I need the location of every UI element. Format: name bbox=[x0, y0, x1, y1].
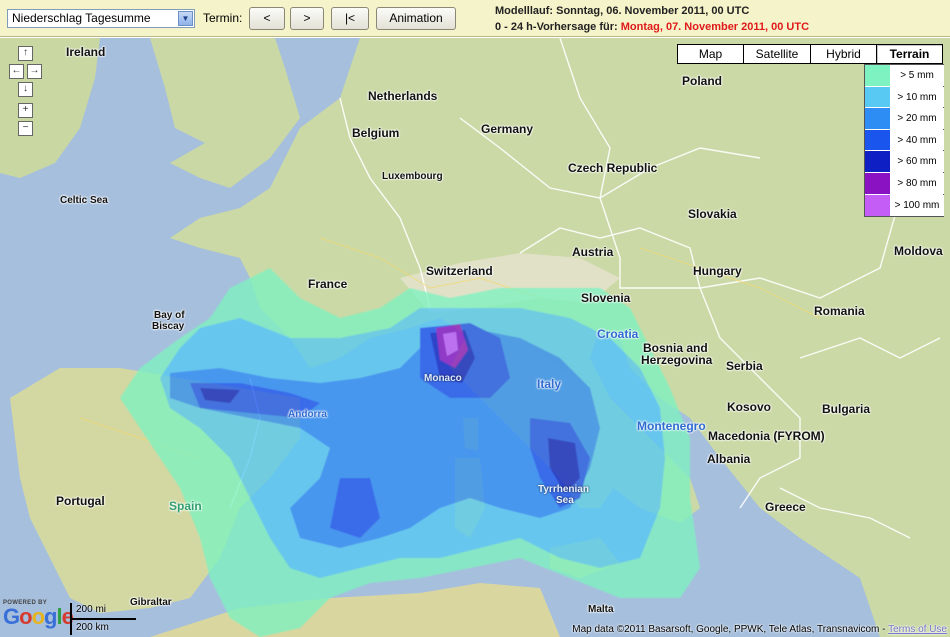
chevron-down-icon[interactable]: ▼ bbox=[178, 11, 193, 26]
animation-button[interactable]: Animation bbox=[376, 7, 456, 30]
terms-of-use-link[interactable]: Terms of Use bbox=[888, 624, 947, 635]
label-ireland: Ireland bbox=[66, 45, 106, 59]
legend-row: > 40 mm bbox=[865, 129, 944, 152]
next-button[interactable]: > bbox=[290, 7, 324, 30]
legend-label: > 60 mm bbox=[890, 151, 944, 172]
maptype-satellite-button[interactable]: Satellite bbox=[743, 44, 811, 64]
legend-swatch bbox=[865, 65, 890, 86]
legend-row: > 100 mm bbox=[865, 194, 944, 217]
pan-down-button[interactable]: ↓ bbox=[18, 82, 33, 97]
legend-label: > 40 mm bbox=[890, 129, 944, 151]
label-hungary: Hungary bbox=[693, 264, 742, 278]
google-wordmark: Google bbox=[3, 604, 74, 629]
map-canvas[interactable]: Ireland Netherlands Germany Poland Belgi… bbox=[0, 38, 950, 637]
google-logo[interactable]: POWERED BY Google bbox=[3, 600, 74, 629]
legend-label: > 10 mm bbox=[890, 86, 944, 108]
legend-swatch bbox=[865, 129, 890, 151]
label-france: France bbox=[308, 277, 348, 291]
label-slovakia: Slovakia bbox=[688, 207, 737, 221]
label-netherlands: Netherlands bbox=[368, 89, 438, 103]
scale-line bbox=[70, 618, 136, 620]
label-biscay-1: Bay of bbox=[154, 310, 185, 321]
legend-swatch bbox=[865, 151, 890, 172]
maptype-map-button[interactable]: Map bbox=[677, 44, 744, 64]
pan-left-button[interactable]: ← bbox=[9, 64, 24, 79]
maptype-terrain-button[interactable]: Terrain bbox=[876, 44, 943, 64]
label-montenegro: Montenegro bbox=[637, 419, 706, 433]
scale-miles: 200 mi bbox=[76, 604, 107, 615]
label-biscay-2: Biscay bbox=[152, 321, 185, 332]
toolbar: Niederschlag Tagesumme ▼ Termin: < > |< … bbox=[0, 0, 950, 37]
first-button[interactable]: |< bbox=[331, 7, 369, 30]
forecast-date: Montag, 07. November 2011, 00 UTC bbox=[620, 21, 810, 33]
legend-label: > 5 mm bbox=[890, 65, 944, 86]
label-albania: Albania bbox=[707, 452, 751, 466]
attribution-text: Map data ©2011 Basarsoft, Google, PPWK, … bbox=[572, 624, 889, 635]
label-germany: Germany bbox=[481, 122, 534, 136]
maptype-hybrid-button[interactable]: Hybrid bbox=[810, 44, 877, 64]
legend-swatch bbox=[865, 194, 890, 217]
legend-label: > 80 mm bbox=[890, 172, 944, 194]
label-poland: Poland bbox=[682, 74, 723, 88]
forecast-prefix: 0 - 24 h-Vorhersage für: bbox=[495, 21, 618, 33]
label-moldova: Moldova bbox=[894, 244, 943, 258]
label-serbia: Serbia bbox=[726, 359, 763, 373]
product-select[interactable]: Niederschlag Tagesumme ▼ bbox=[7, 9, 195, 28]
zoom-out-button[interactable]: − bbox=[18, 121, 33, 136]
label-greece: Greece bbox=[765, 500, 806, 514]
label-bosnia-2: Herzegovina bbox=[641, 353, 713, 367]
model-run-text: Modelllauf: Sonntag, 06. November 2011, … bbox=[495, 5, 750, 17]
legend-row: > 20 mm bbox=[865, 108, 944, 130]
legend-row: > 5 mm bbox=[865, 65, 944, 87]
pan-up-button[interactable]: ↑ bbox=[18, 46, 33, 61]
legend-label: > 100 mm bbox=[890, 194, 944, 217]
label-macedonia: Macedonia (FYROM) bbox=[708, 429, 825, 443]
legend-swatch bbox=[865, 108, 890, 129]
legend-swatch bbox=[865, 86, 890, 108]
zoom-in-button[interactable]: + bbox=[18, 103, 33, 118]
label-monaco: Monaco bbox=[424, 373, 462, 384]
prev-button[interactable]: < bbox=[249, 7, 285, 30]
label-italy: Italy bbox=[537, 377, 562, 391]
label-romania: Romania bbox=[814, 304, 865, 318]
termin-label: Termin: bbox=[203, 11, 243, 25]
pan-right-button[interactable]: → bbox=[27, 64, 42, 79]
label-celtic-sea: Celtic Sea bbox=[60, 195, 108, 206]
label-switzerland: Switzerland bbox=[426, 264, 493, 278]
precipitation-overlay bbox=[120, 268, 700, 637]
label-tyrrhenian-1: Tyrrhenian bbox=[538, 484, 589, 495]
forecast-text: 0 - 24 h-Vorhersage für: Montag, 07. Nov… bbox=[495, 21, 809, 33]
label-bulgaria: Bulgaria bbox=[822, 402, 871, 416]
label-luxembourg: Luxembourg bbox=[382, 171, 443, 182]
scale-km: 200 km bbox=[76, 622, 109, 633]
legend-row: > 60 mm bbox=[865, 151, 944, 173]
label-croatia: Croatia bbox=[597, 327, 639, 341]
label-portugal: Portugal bbox=[56, 494, 105, 508]
legend-row: > 80 mm bbox=[865, 172, 944, 195]
label-andorra: Andorra bbox=[288, 409, 327, 420]
label-belgium: Belgium bbox=[352, 126, 400, 140]
precipitation-legend: > 5 mm > 10 mm > 20 mm > 40 mm > 60 mm >… bbox=[864, 64, 944, 218]
map-attribution: Map data ©2011 Basarsoft, Google, PPWK, … bbox=[572, 624, 947, 635]
label-austria: Austria bbox=[572, 245, 614, 259]
legend-swatch bbox=[865, 172, 890, 194]
label-kosovo: Kosovo bbox=[727, 400, 772, 414]
product-select-value: Niederschlag Tagesumme bbox=[12, 11, 151, 25]
legend-row: > 10 mm bbox=[865, 86, 944, 109]
scale-bar: 200 mi 200 km bbox=[70, 603, 170, 635]
label-czech: Czech Republic bbox=[568, 161, 658, 175]
label-tyrrhenian-2: Sea bbox=[556, 495, 574, 506]
legend-label: > 20 mm bbox=[890, 108, 944, 129]
label-spain: Spain bbox=[169, 499, 202, 513]
label-slovenia: Slovenia bbox=[581, 291, 631, 305]
label-malta: Malta bbox=[588, 604, 614, 615]
